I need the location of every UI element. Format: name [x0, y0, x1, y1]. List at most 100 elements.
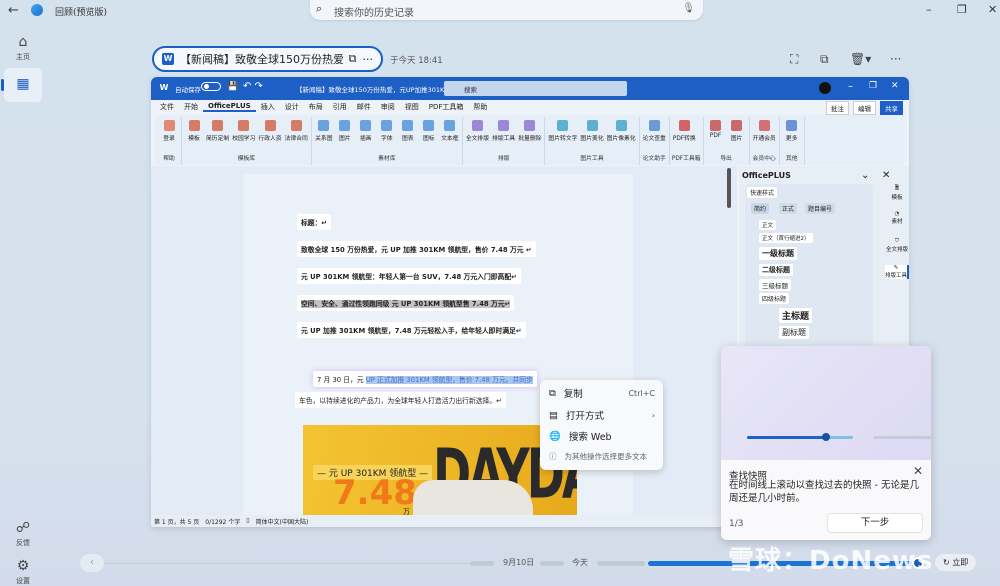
doc-paragraph[interactable]: 标题：↵	[297, 214, 332, 230]
timeline-segment[interactable]	[597, 561, 645, 566]
history-search-input[interactable]: ⌕ 搜索你的历史记录 🎙	[310, 0, 703, 20]
timeline-segment[interactable]	[470, 561, 494, 566]
timeline-prev-button[interactable]: ‹	[80, 554, 104, 572]
ribbon-button[interactable]: 校园学习	[231, 117, 256, 153]
page-count[interactable]: 第 1 页，共 5 页	[154, 517, 199, 526]
tab-4[interactable]: 设计	[280, 102, 304, 112]
word-count[interactable]: 0/1292 个字	[205, 517, 240, 526]
rail-full-layout[interactable]: ⛉ 全文排版	[885, 238, 909, 253]
ribbon-button[interactable]: 模板	[184, 117, 204, 153]
comments-button[interactable]: 批注	[826, 101, 849, 115]
more-icon[interactable]: ···	[363, 53, 374, 66]
ribbon-button[interactable]: 图表	[398, 117, 418, 153]
ribbon-button[interactable]: 图片	[335, 117, 355, 153]
ribbon-button[interactable]: PDF	[706, 117, 726, 153]
minimize-button[interactable]: –	[926, 3, 932, 16]
doc-paragraph[interactable]: 车色，以持续进化的产品力，为全球年轻人打造活力出行新选择。↵	[295, 392, 506, 408]
word-search-input[interactable]: 搜索	[444, 81, 627, 96]
timeline-segment[interactable]	[540, 561, 564, 566]
back-button[interactable]: ←	[8, 3, 19, 18]
style-item[interactable]: 正文（首行缩进2）	[759, 233, 813, 243]
open-external-icon[interactable]: ⧉	[349, 52, 357, 66]
doc-paragraph[interactable]: 元 UP 301KM 领航型：年轻人第一台 SUV，7.48 万元入门即高配↵	[297, 268, 521, 284]
word-close-button[interactable]: ✕	[891, 81, 899, 91]
language[interactable]: 简体中文(中国大陆)	[256, 517, 309, 526]
ribbon-button[interactable]: 图标	[419, 117, 439, 153]
now-button[interactable]: ↻ 立即	[935, 554, 977, 571]
doc-paragraph-selected[interactable]: 7 月 30 日，元 UP 正式加推 301KM 领航型，售价 7.48 万元。…	[313, 371, 537, 387]
style-item[interactable]: 四级标题	[759, 293, 790, 304]
ribbon-button[interactable]: 更多	[782, 117, 802, 153]
sidebar-item-settings[interactable]: ⚙ 设置	[4, 558, 42, 586]
vertical-scrollbar[interactable]	[727, 168, 731, 208]
ribbon-button[interactable]: 图片	[727, 117, 747, 153]
doc-paragraph[interactable]: 元 UP 加推 301KM 领航型，7.48 万元轻松入手，给年轻人即时满足↵	[297, 322, 526, 338]
doc-paragraph[interactable]: 致敬全球 150 万份热爱，元 UP 加推 301KM 领航型，售价 7.48 …	[297, 241, 536, 257]
tab-5[interactable]: 布局	[304, 102, 328, 112]
sidebar-item-feedback[interactable]: ☍ 反馈	[4, 520, 42, 548]
microphone-icon[interactable]: 🎙	[682, 3, 695, 14]
tab-3[interactable]: 插入	[256, 102, 280, 112]
ribbon-button[interactable]: 简历定制	[205, 117, 230, 153]
style-item[interactable]: 三级标题	[759, 279, 791, 291]
autosave-toggle[interactable]	[201, 82, 221, 91]
editing-button[interactable]: 编辑	[853, 101, 876, 115]
ribbon-button[interactable]: PDF转换	[672, 117, 697, 153]
restore-button[interactable]: ❐	[957, 3, 967, 16]
tab-0[interactable]: 文件	[155, 102, 179, 112]
tip-close-icon[interactable]: ✕	[913, 464, 923, 478]
delete-icon[interactable]: 🗑▾	[850, 52, 871, 66]
tab-8[interactable]: 审阅	[376, 102, 400, 112]
save-icon[interactable]: 💾	[227, 82, 238, 92]
tab-9[interactable]: 视图	[400, 102, 424, 112]
chip-numbering[interactable]: 题目编号	[805, 203, 836, 214]
sidebar-item-home[interactable]: ⌂ 主页	[4, 34, 42, 62]
chip-formal[interactable]: 正式	[779, 203, 798, 214]
sidebar-item-timeline[interactable]: ▦	[4, 68, 42, 102]
ribbon-button[interactable]: 关系图	[314, 117, 334, 153]
ribbon-button[interactable]: 图片转文字	[547, 117, 578, 153]
share-button[interactable]: 共享	[880, 101, 903, 115]
ribbon-button[interactable]: 开通会员	[752, 117, 777, 153]
tab-6[interactable]: 引用	[328, 102, 352, 112]
tab-7[interactable]: 邮件	[352, 102, 376, 112]
tip-next-button[interactable]: 下一步	[827, 513, 923, 533]
style-item[interactable]: 二级标题	[759, 264, 793, 276]
ribbon-button[interactable]: 行政人资	[257, 117, 282, 153]
ribbon-button[interactable]: 法律合同	[284, 117, 309, 153]
menu-item-open-with[interactable]: ▤ 打开方式 ›	[549, 408, 655, 423]
rail-layout-tools[interactable]: ✎ 排版工具	[885, 265, 909, 279]
ribbon-button[interactable]: 图片像素化	[606, 117, 637, 153]
word-minimize-button[interactable]: –	[848, 81, 853, 92]
more-options-icon[interactable]: ···	[890, 52, 901, 66]
accessibility-icon[interactable]: ▯	[246, 517, 249, 525]
ribbon-button[interactable]: 排版工具	[491, 117, 516, 153]
copy-icon[interactable]: ⧉	[820, 52, 829, 67]
tab-10[interactable]: PDF工具箱	[424, 102, 469, 112]
ribbon-button[interactable]: 字体	[377, 117, 397, 153]
ribbon-button[interactable]: 图片美化	[579, 117, 604, 153]
rail-templates[interactable]: 🗎 模板	[885, 184, 909, 201]
close-button[interactable]: ✕	[988, 3, 997, 16]
word-restore-button[interactable]: ❐	[869, 81, 877, 91]
style-item[interactable]: 正文	[759, 220, 777, 230]
tab-11[interactable]: 帮助	[468, 102, 492, 112]
ribbon-button[interactable]: 批量删除	[517, 117, 542, 153]
snapshot-app-pill[interactable]: W 【新闻稿】致敬全球150万份热爱，元... ⧉ ···	[152, 46, 383, 72]
user-avatar[interactable]	[819, 82, 831, 94]
undo-icon[interactable]: ↶ ↷	[243, 81, 263, 92]
screenshot-select-icon[interactable]: ⛶	[790, 52, 798, 67]
ribbon-button[interactable]: 插画	[356, 117, 376, 153]
pane-close-icon[interactable]: ✕	[882, 170, 890, 181]
style-item[interactable]: 一级标题	[759, 247, 797, 260]
style-item[interactable]: 副标题	[779, 326, 809, 339]
rail-materials[interactable]: ◔ 素材	[885, 211, 909, 225]
ribbon-button[interactable]: 文本框	[440, 117, 460, 153]
ribbon-button[interactable]: 论文查重	[642, 117, 667, 153]
style-item[interactable]: 主标题	[779, 308, 813, 323]
chip-simple[interactable]: 简约	[751, 203, 770, 214]
ribbon-button[interactable]: 全文排版	[465, 117, 490, 153]
chevron-down-icon[interactable]: ⌄	[861, 170, 869, 181]
menu-item-search-web[interactable]: 🌐 搜索 Web	[549, 429, 655, 444]
doc-paragraph[interactable]: 空间、安全、通过性领跑同级 元 UP 301KM 领航型售 7.48 万元↵	[297, 295, 515, 311]
